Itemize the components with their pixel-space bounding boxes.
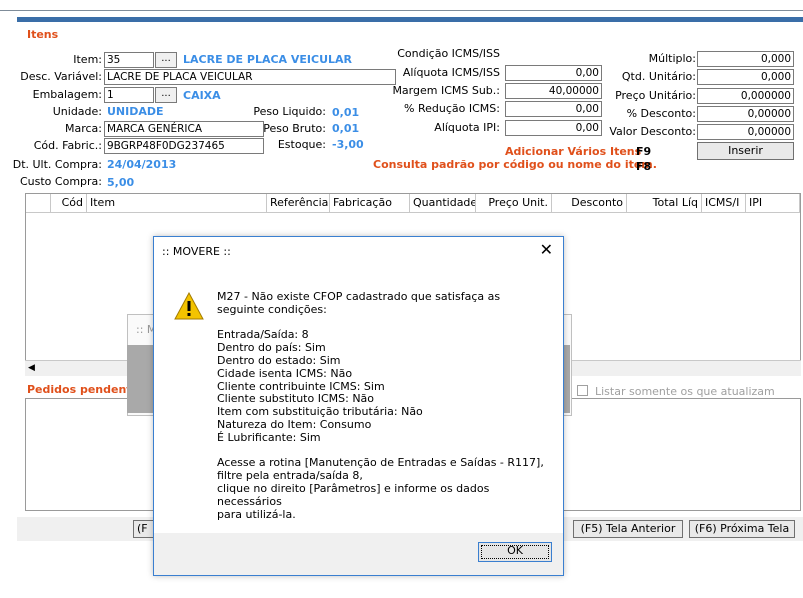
- peso-liquido-label: Peso Liquido:: [253, 105, 326, 118]
- peso-bruto-label: Peso Bruto:: [263, 122, 326, 135]
- listar-custos-checkbox[interactable]: [577, 385, 588, 396]
- multiplo-label: Múltiplo:: [648, 52, 696, 65]
- unidade-label: Unidade:: [52, 105, 102, 118]
- preco-unitario-input[interactable]: 0,000000: [697, 88, 794, 104]
- embalagem-label: Embalagem:: [32, 88, 102, 101]
- desc-variavel-label: Desc. Variável:: [20, 70, 102, 83]
- preco-unitario-label: Preço Unitário:: [615, 89, 696, 102]
- aliquota-icms-input[interactable]: 0,00: [505, 65, 602, 81]
- tela-anterior-button[interactable]: (F5) Tela Anterior: [573, 520, 683, 538]
- dialog-message: M27 - Não existe CFOP cadastrado que sat…: [217, 290, 544, 521]
- embalagem-input[interactable]: 1: [104, 87, 154, 103]
- section-title: Itens: [27, 28, 59, 41]
- dt-ult-compra-label: Dt. Ult. Compra:: [12, 158, 102, 171]
- estoque-value: -3,00: [332, 138, 364, 151]
- close-icon[interactable]: ✕: [540, 241, 553, 259]
- qtd-unitario-label: Qtd. Unitário:: [621, 70, 696, 83]
- ok-button[interactable]: OK: [478, 542, 552, 562]
- consulta-padrao-link[interactable]: Consulta padrão por código ou nome do it…: [373, 158, 657, 171]
- marca-label: Marca:: [64, 122, 102, 135]
- warning-icon: [174, 292, 204, 320]
- grid-col-quantidade[interactable]: Quantidade: [410, 194, 476, 212]
- desconto-pct-label: % Desconto:: [626, 107, 696, 120]
- reducao-icms-input[interactable]: 0,00: [505, 101, 602, 117]
- grid-col-ipi[interactable]: IPI: [746, 194, 800, 212]
- grid-col-icms[interactable]: ICMS/I: [702, 194, 746, 212]
- desconto-pct-input[interactable]: 0,00000: [697, 106, 794, 122]
- alert-dialog: :: MOVERE :: ✕ M27 - Não existe CFOP cad…: [153, 236, 564, 576]
- aliquota-icms-label: Alíquota ICMS/ISS: [402, 66, 500, 79]
- header-bar: [17, 17, 803, 22]
- grid-col-preco-unit[interactable]: Preço Unit.: [476, 194, 552, 212]
- grid-col-item[interactable]: Item: [87, 194, 267, 212]
- item-browse-button[interactable]: ...: [155, 52, 177, 68]
- valor-desconto-input[interactable]: 0,00000: [697, 124, 794, 140]
- item-label: Item:: [73, 53, 102, 66]
- estoque-label: Estoque:: [277, 138, 326, 151]
- adicionar-varios-link[interactable]: Adicionar Vários Itens: [505, 145, 641, 158]
- reducao-icms-label: % Redução ICMS:: [404, 102, 500, 115]
- peso-liquido-value: 0,01: [332, 106, 360, 119]
- pedidos-pendentes-title: Pedidos pendente: [27, 383, 140, 396]
- scroll-left-icon[interactable]: ◀: [28, 363, 35, 373]
- qtd-unitario-input[interactable]: 0,000: [697, 69, 794, 85]
- valor-desconto-label: Valor Desconto:: [609, 125, 696, 138]
- grid-col-desconto[interactable]: Desconto: [552, 194, 627, 212]
- consulta-key: F8: [636, 160, 652, 173]
- condicao-icms-label: Condição ICMS/ISS: [397, 47, 500, 60]
- aliquota-ipi-label: Alíquota IPI:: [434, 121, 500, 134]
- embalagem-name: CAIXA: [183, 89, 221, 102]
- custo-compra-label: Custo Compra:: [19, 175, 102, 188]
- grid-col-total-liq[interactable]: Total Líq: [627, 194, 702, 212]
- peso-bruto-value: 0,01: [332, 122, 360, 135]
- custo-compra-value: 5,00: [107, 176, 135, 189]
- unidade-value: UNIDADE: [107, 105, 164, 118]
- proxima-tela-button[interactable]: (F6) Próxima Tela: [689, 520, 795, 538]
- aliquota-ipi-input[interactable]: 0,00: [505, 120, 602, 136]
- grid-col-referencia[interactable]: Referência: [267, 194, 330, 212]
- margem-icms-label: Margem ICMS Sub.:: [392, 84, 500, 97]
- desc-variavel-input[interactable]: LACRE DE PLACA VEICULAR: [104, 69, 396, 85]
- grid-col-cod[interactable]: Cód: [51, 194, 87, 212]
- cod-fabric-label: Cód. Fabric.:: [33, 139, 102, 152]
- item-code-input[interactable]: 35: [104, 52, 154, 68]
- margem-icms-input[interactable]: 40,00000: [505, 83, 602, 99]
- adicionar-key: F9: [636, 145, 652, 158]
- embalagem-browse-button[interactable]: ...: [155, 87, 177, 103]
- grid-col-selector: [26, 194, 51, 212]
- dialog-title: :: MOVERE ::: [162, 245, 231, 258]
- dt-ult-compra-value: 24/04/2013: [107, 158, 177, 171]
- grid-header: Cód Item Referência Fabricação Quantidad…: [26, 194, 800, 213]
- multiplo-input[interactable]: 0,000: [697, 51, 794, 67]
- inserir-button[interactable]: Inserir: [697, 142, 794, 160]
- top-divider: [0, 10, 803, 11]
- item-name: LACRE DE PLACA VEICULAR: [183, 53, 353, 66]
- grid-col-fabricacao[interactable]: Fabricação: [330, 194, 410, 212]
- dialog-footer: OK: [154, 533, 563, 575]
